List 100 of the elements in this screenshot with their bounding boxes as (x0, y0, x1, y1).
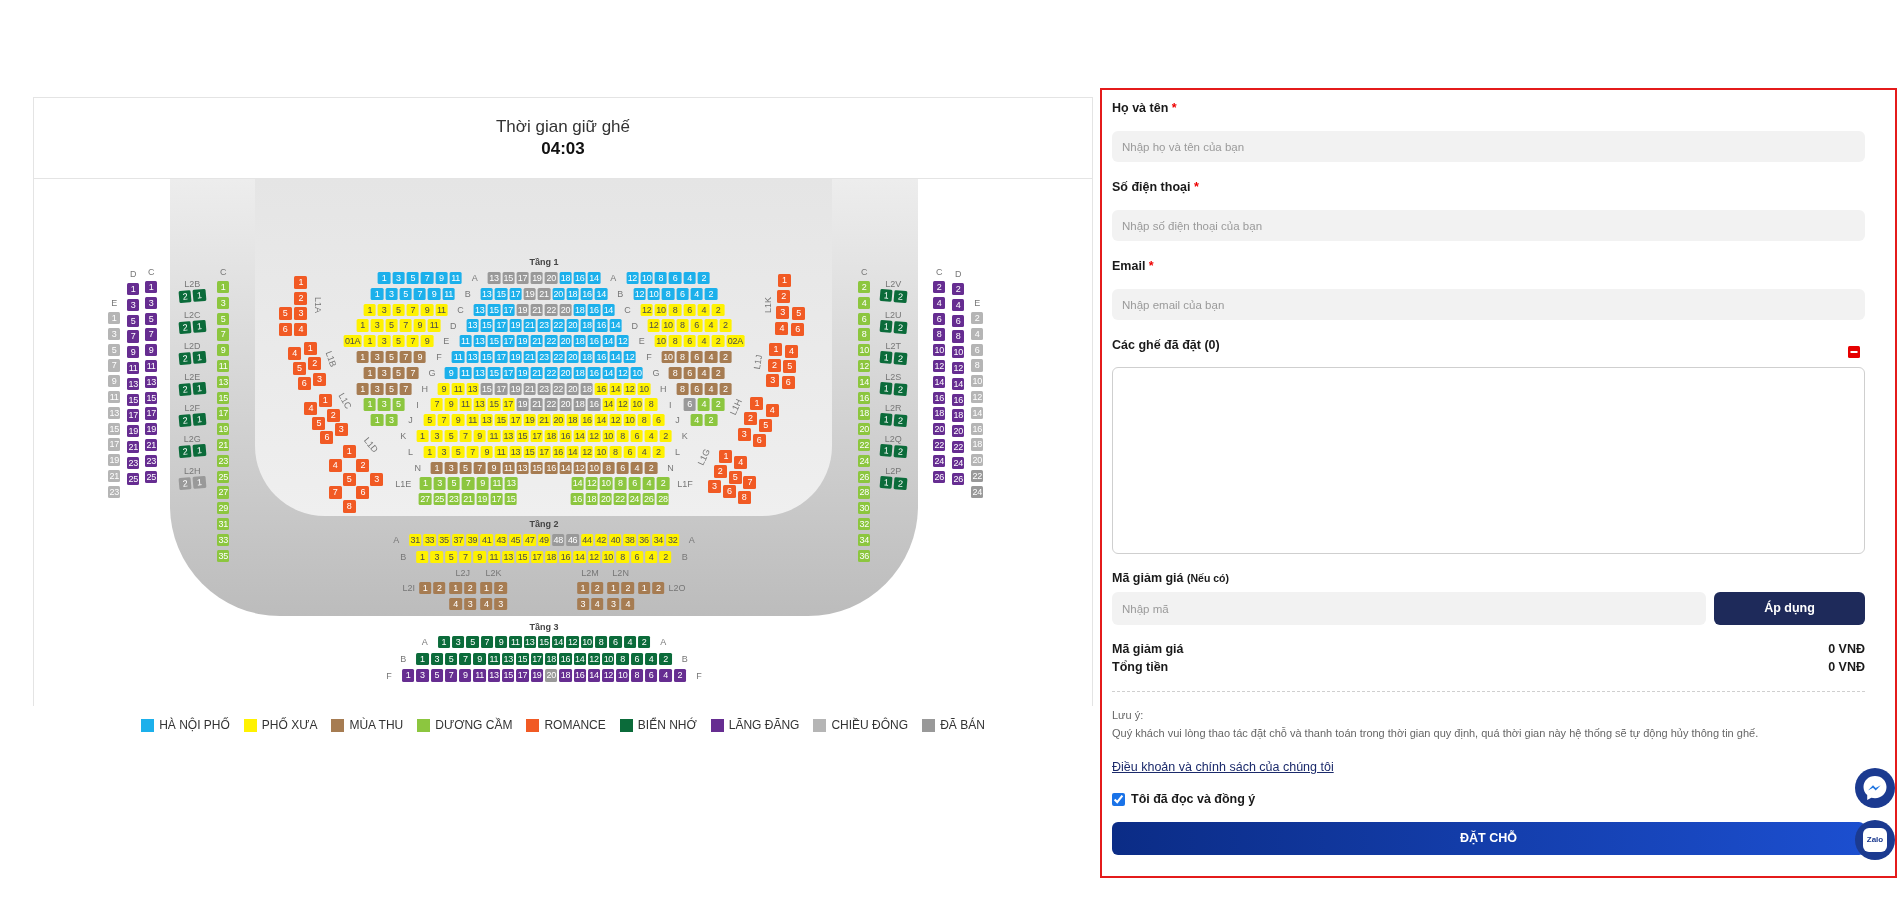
seat[interactable]: 4 (623, 636, 636, 649)
seat[interactable]: 21 (530, 335, 543, 348)
seat[interactable]: 7 (399, 319, 412, 332)
seat[interactable]: 17 (108, 438, 121, 451)
seat[interactable]: 3 (433, 477, 446, 490)
seat[interactable]: 22 (971, 469, 984, 483)
seat[interactable]: 2 (952, 283, 965, 296)
seat[interactable]: 14 (573, 652, 586, 665)
seat[interactable]: 12 (933, 360, 946, 373)
seat[interactable]: 11 (487, 652, 501, 665)
seat[interactable]: 18 (566, 414, 579, 427)
seat[interactable]: 01A (343, 335, 362, 348)
seat[interactable]: 29 (217, 502, 230, 515)
seat[interactable]: 2 (711, 398, 725, 411)
seat[interactable]: 15 (480, 319, 493, 332)
seat[interactable]: 2 (494, 582, 507, 595)
seat[interactable]: 17 (516, 669, 529, 682)
seat[interactable]: 2 (711, 335, 725, 348)
seat[interactable]: 4 (294, 323, 308, 337)
seat[interactable]: 30 (858, 502, 871, 515)
seat[interactable]: 3 (378, 398, 391, 411)
seat[interactable]: 1 (192, 382, 207, 396)
seat[interactable]: 1 (879, 382, 893, 396)
seat[interactable]: 20 (559, 398, 572, 411)
seat[interactable]: 14 (571, 477, 584, 490)
seat[interactable]: 3 (452, 636, 465, 649)
seat[interactable]: 19 (516, 335, 529, 348)
seat[interactable]: 1 (370, 414, 384, 427)
seat[interactable]: 48 (552, 534, 565, 547)
seat[interactable]: 5 (406, 272, 419, 285)
seat[interactable]: 17 (530, 652, 543, 665)
seat[interactable]: 10 (599, 477, 613, 490)
seat[interactable]: 2 (178, 321, 192, 335)
seat[interactable]: 8 (661, 287, 675, 301)
seat[interactable]: 12 (587, 429, 601, 443)
seat[interactable]: 12 (616, 398, 629, 411)
seat[interactable]: 8 (645, 398, 658, 411)
seat[interactable]: 6 (609, 636, 622, 649)
seat[interactable]: 9 (476, 477, 489, 490)
seat[interactable]: 8 (637, 414, 651, 427)
seat[interactable]: 24 (952, 456, 965, 470)
seat[interactable]: 6 (628, 477, 641, 490)
seat[interactable]: 12 (616, 335, 629, 348)
seat[interactable]: 1 (192, 444, 207, 458)
seat[interactable]: 1 (437, 636, 451, 649)
seat[interactable]: 10 (623, 414, 636, 427)
seat[interactable]: 12 (580, 445, 594, 459)
seat[interactable]: 16 (952, 393, 965, 406)
seat[interactable]: 18 (573, 398, 586, 411)
seat[interactable]: 22 (933, 438, 946, 452)
seat[interactable]: 13 (473, 398, 486, 411)
seat[interactable]: 16 (573, 272, 586, 285)
seat[interactable]: 17 (127, 409, 140, 422)
seat[interactable]: 11 (509, 636, 522, 649)
seat[interactable]: 2 (433, 582, 446, 595)
seat[interactable]: 6 (669, 272, 682, 285)
seat[interactable]: 4 (933, 296, 946, 310)
seat[interactable]: 19 (108, 454, 121, 467)
seat[interactable]: 1 (449, 582, 462, 595)
seat[interactable]: 21 (108, 469, 121, 483)
seat[interactable]: 12 (647, 319, 660, 332)
seat[interactable]: 2 (178, 352, 192, 366)
seat[interactable]: 26 (933, 470, 946, 483)
seat[interactable]: 33 (423, 534, 436, 547)
seat[interactable]: 18 (559, 669, 572, 682)
seat[interactable]: 4 (683, 272, 696, 285)
seat[interactable]: 7 (743, 476, 757, 490)
seat[interactable]: 7 (459, 652, 472, 665)
seat[interactable]: 15 (487, 335, 501, 348)
seat[interactable]: 18 (559, 272, 572, 285)
seat[interactable]: 14 (602, 335, 615, 348)
seat[interactable]: 34 (652, 534, 665, 547)
seat[interactable]: 2 (697, 272, 710, 285)
seat[interactable]: 12 (952, 362, 965, 375)
seat[interactable]: 6 (933, 312, 946, 325)
seat[interactable]: 25 (127, 472, 140, 485)
seat[interactable]: 18 (933, 407, 946, 420)
seat[interactable]: 7 (406, 335, 419, 348)
seat[interactable]: 5 (392, 335, 405, 348)
seat[interactable]: 27 (418, 493, 432, 506)
seat[interactable]: 16 (573, 669, 586, 682)
seat[interactable]: 14 (609, 319, 622, 332)
seat[interactable]: 27 (217, 486, 230, 499)
seat[interactable]: 2 (704, 414, 718, 427)
seat[interactable]: 5 (392, 398, 405, 411)
seat[interactable]: 20 (599, 493, 612, 506)
seat[interactable]: 19 (530, 669, 543, 682)
seat[interactable]: 6 (356, 486, 370, 500)
seat[interactable]: 6 (630, 652, 644, 665)
seat[interactable]: 13 (127, 377, 140, 391)
seat[interactable]: 9 (452, 414, 465, 427)
input-field[interactable]: Nhập số điện thoại của bạn (1112, 210, 1865, 241)
seat[interactable]: 5 (127, 314, 140, 327)
seat[interactable]: 15 (145, 391, 158, 404)
seat[interactable]: 1 (879, 351, 893, 365)
seat[interactable]: 9 (459, 669, 472, 682)
seat[interactable]: 20 (971, 454, 984, 467)
seat[interactable]: 17 (537, 445, 551, 459)
apply-button[interactable]: Áp dụng (1714, 592, 1865, 625)
seat[interactable]: 4 (642, 477, 656, 490)
